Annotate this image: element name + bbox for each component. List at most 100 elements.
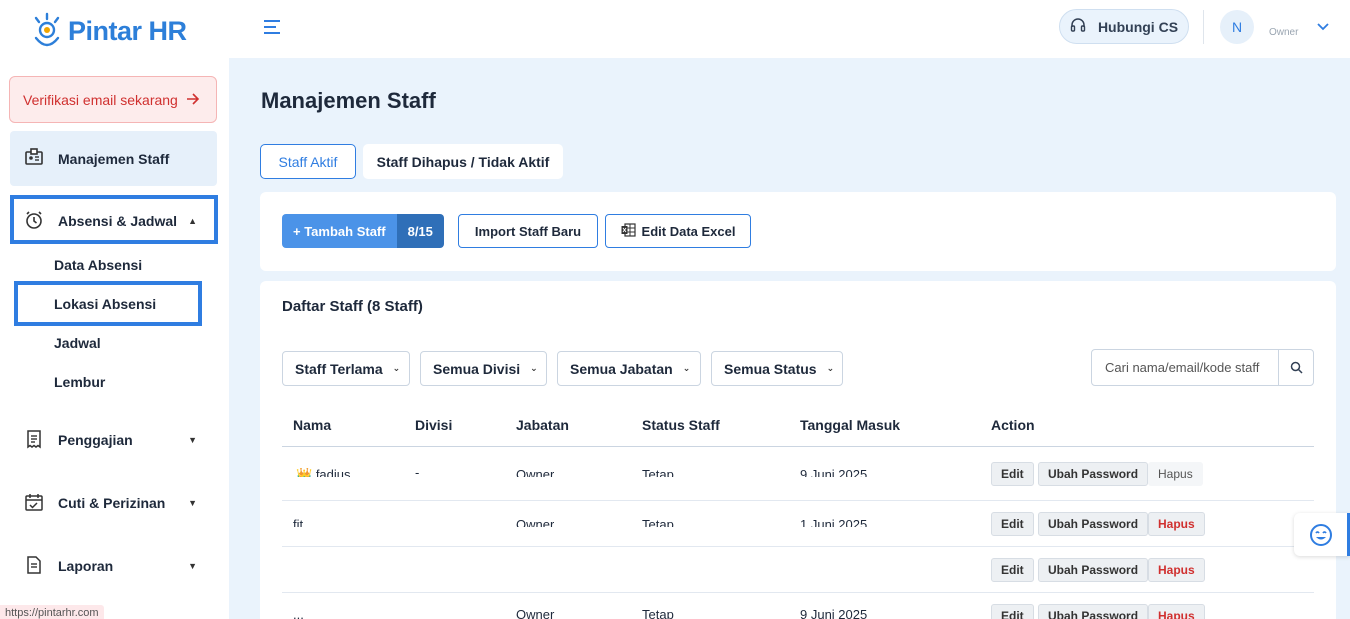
- delete-button[interactable]: Hapus: [1148, 462, 1203, 486]
- staff-jabatan: ...: [516, 568, 527, 572]
- delete-button[interactable]: Hapus: [1148, 604, 1205, 619]
- filter-status[interactable]: Semua Status ⌄: [711, 351, 843, 386]
- logo-icon: [34, 12, 60, 47]
- column-header-action: Action: [991, 417, 1035, 433]
- sidebar-item-laporan[interactable]: Laporan ▼: [10, 543, 217, 589]
- table-row: fit Owner Tetap 1 Juni 2025 Edit Ubah Pa…: [282, 501, 1314, 547]
- table-row: 👑 fadius - Owner Tetap 9 Juni 2025 Edit …: [282, 447, 1314, 501]
- contact-cs-button[interactable]: Hubungi CS: [1059, 9, 1189, 44]
- import-staff-label: Import Staff Baru: [474, 223, 582, 239]
- staff-status: Tetap: [642, 607, 674, 619]
- staff-tanggal: ...: [800, 568, 811, 572]
- sidebar-item-cuti-perizinan[interactable]: Cuti & Perizinan ▼: [10, 480, 217, 526]
- search-input[interactable]: [1092, 350, 1278, 385]
- search-button[interactable]: [1278, 350, 1313, 385]
- column-header-nama: Nama: [293, 417, 332, 433]
- filter-label: Semua Divisi: [433, 360, 521, 377]
- receipt-icon: [24, 429, 44, 452]
- verify-email-label: Verifikasi email sekarang: [23, 91, 178, 108]
- chevron-down-icon[interactable]: [1317, 18, 1329, 34]
- brand-name: Pintar HR: [68, 15, 187, 46]
- arrow-right-icon: [186, 92, 200, 108]
- staff-jabatan: Owner: [516, 607, 555, 619]
- highlight-box: [10, 195, 218, 244]
- filter-label: Semua Jabatan: [570, 360, 673, 377]
- staff-name-cell: 👑 fadius: [296, 468, 351, 477]
- filter-label: Semua Status: [724, 360, 817, 377]
- sidebar-item-manajemen-staff[interactable]: Manajemen Staff: [10, 131, 217, 186]
- contact-cs-label: Hubungi CS: [1097, 18, 1179, 35]
- avatar[interactable]: N: [1220, 10, 1254, 44]
- edit-button[interactable]: Edit: [991, 558, 1034, 582]
- status-bar-url: https://pintarhr.com: [0, 605, 104, 619]
- divider: [1203, 10, 1204, 44]
- change-password-button[interactable]: Ubah Password: [1038, 604, 1149, 619]
- smiley-icon: [1309, 523, 1332, 546]
- staff-tanggal: 1 Juni 2025: [800, 518, 868, 527]
- filter-label: Staff Terlama: [295, 360, 383, 377]
- staff-status: Tetap: [642, 468, 674, 477]
- edit-button[interactable]: Edit: [991, 604, 1034, 619]
- change-password-button[interactable]: Ubah Password: [1038, 462, 1149, 486]
- staff-count-badge: 8/15: [396, 214, 444, 248]
- sidebar-item-label: Manajemen Staff: [58, 150, 170, 167]
- user-role: Owner: [1269, 27, 1299, 38]
- sidebar-subitem-lembur[interactable]: Lembur: [54, 374, 105, 390]
- staff-list-card: Daftar Staff (8 Staff) Staff Terlama ⌄ Se…: [260, 281, 1336, 619]
- staff-jabatan: Owner: [516, 468, 555, 477]
- staff-list-title: Daftar Staff (8 Staff): [282, 298, 423, 315]
- staff-name: fadius: [315, 468, 351, 477]
- feedback-widget[interactable]: [1294, 513, 1350, 556]
- edit-button[interactable]: Edit: [991, 462, 1034, 486]
- sidebar: Pintar HR Verifikasi email sekarang Mana…: [0, 0, 229, 619]
- edit-button[interactable]: Edit: [991, 512, 1034, 536]
- staff-tanggal: 9 Juni 2025: [800, 468, 868, 477]
- menu-icon[interactable]: [264, 20, 280, 38]
- crown-icon: 👑: [296, 468, 313, 477]
- verify-email-banner[interactable]: Verifikasi email sekarang: [9, 76, 217, 123]
- change-password-button[interactable]: Ubah Password: [1038, 558, 1149, 582]
- sidebar-item-label: Cuti & Perizinan: [58, 495, 166, 511]
- filter-sort[interactable]: Staff Terlama ⌄: [282, 351, 410, 386]
- delete-button[interactable]: Hapus: [1148, 512, 1205, 536]
- id-card-icon: [24, 147, 44, 170]
- table-row: y... ... ... ... Edit Ubah Password Hapu…: [282, 547, 1314, 593]
- edit-excel-label: Edit Data Excel: [641, 223, 736, 239]
- column-header-status: Status Staff: [642, 417, 720, 433]
- delete-button[interactable]: Hapus: [1148, 558, 1205, 582]
- brand-logo[interactable]: Pintar HR: [30, 12, 187, 50]
- staff-name: y...: [293, 568, 309, 572]
- staff-name: fit: [293, 518, 304, 527]
- sidebar-subitem-data-absensi[interactable]: Data Absensi: [54, 257, 142, 273]
- add-staff-label: + Tambah Staff: [282, 214, 397, 248]
- staff-tanggal: 9 Juni 2025: [800, 607, 868, 619]
- highlight-box: [14, 281, 202, 326]
- filter-divisi[interactable]: Semua Divisi ⌄: [420, 351, 547, 386]
- sidebar-item-label: Penggajian: [58, 432, 133, 448]
- column-header-jabatan: Jabatan: [516, 417, 569, 433]
- caret-down-icon: ▼: [188, 435, 197, 445]
- column-header-divisi: Divisi: [415, 417, 453, 433]
- sidebar-subitem-jadwal[interactable]: Jadwal: [54, 335, 101, 351]
- tab-staff-dihapus[interactable]: Staff Dihapus / Tidak Aktif: [363, 144, 563, 179]
- chevron-down-icon: ⌄: [682, 363, 691, 373]
- caret-down-icon: ▼: [188, 498, 197, 508]
- tab-staff-aktif[interactable]: Staff Aktif: [260, 144, 356, 179]
- search-icon: [1290, 361, 1303, 374]
- sidebar-item-penggajian[interactable]: Penggajian ▼: [10, 417, 217, 463]
- change-password-button[interactable]: Ubah Password: [1038, 512, 1149, 536]
- toolbar-card: + Tambah Staff 8/15 Import Staff Baru Ed…: [260, 192, 1336, 271]
- filter-jabatan[interactable]: Semua Jabatan ⌄: [557, 351, 701, 386]
- chevron-down-icon: ⌄: [530, 363, 538, 373]
- staff-status: Tetap: [642, 518, 674, 527]
- edit-excel-button[interactable]: Edit Data Excel: [605, 214, 751, 248]
- staff-status: ...: [642, 568, 653, 572]
- add-staff-button[interactable]: + Tambah Staff 8/15: [282, 214, 444, 248]
- import-staff-button[interactable]: Import Staff Baru: [458, 214, 598, 248]
- staff-name: ...: [293, 607, 304, 619]
- topbar: Hubungi CS N Owner: [229, 0, 1350, 58]
- excel-icon: [621, 222, 636, 240]
- page-title: Manajemen Staff: [261, 88, 436, 113]
- headset-icon: [1070, 17, 1086, 36]
- chevron-down-icon: ⌄: [392, 363, 401, 373]
